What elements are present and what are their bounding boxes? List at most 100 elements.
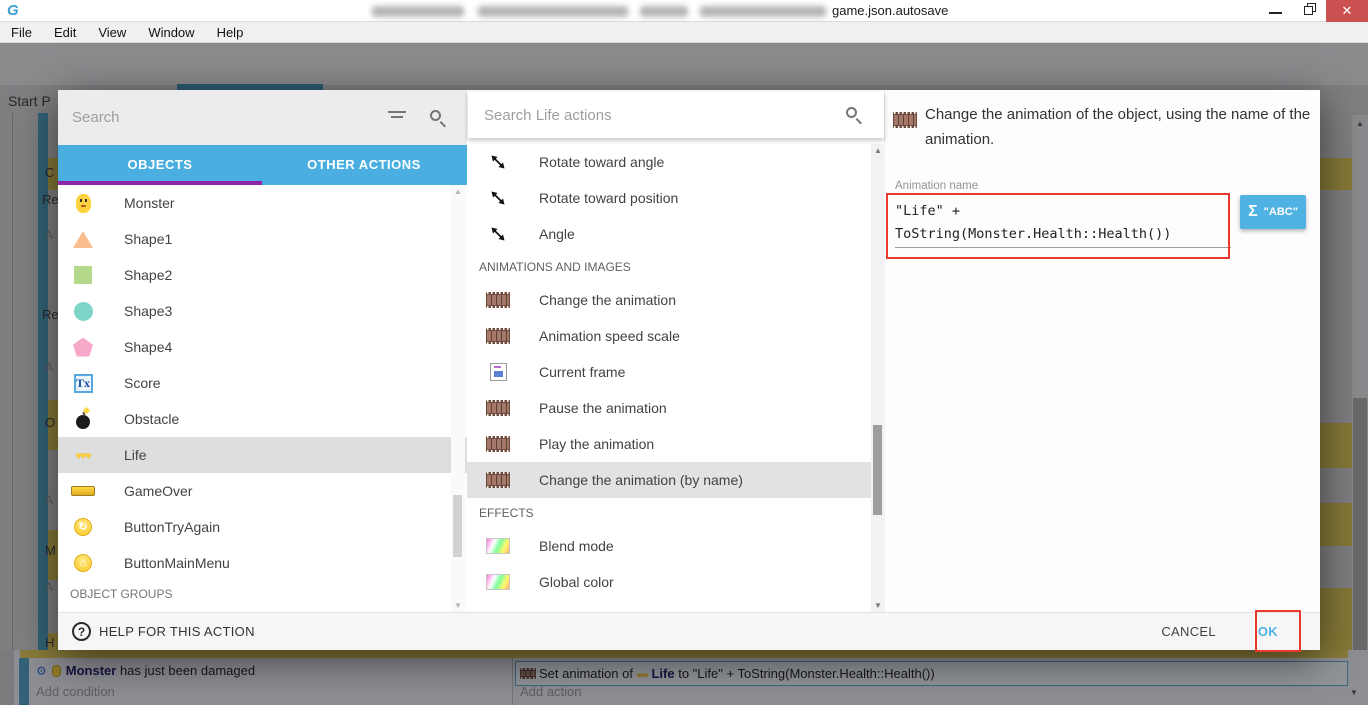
actions-scrollbar[interactable]: ▲ ▼ (871, 144, 885, 612)
film-icon (893, 112, 917, 128)
action-item-global-color[interactable]: Global color (467, 564, 885, 600)
objects-search-bar (58, 90, 467, 145)
action-description: Change the animation of the object, usin… (925, 106, 1311, 148)
tab-other-actions[interactable]: OTHER ACTIONS (262, 145, 466, 185)
action-item-angle[interactable]: Angle (467, 216, 885, 252)
home-button-icon: ⌂ (74, 554, 92, 572)
blurred-title-segment (478, 6, 628, 17)
filter-icon[interactable] (388, 111, 408, 124)
blurred-title-segment (640, 6, 688, 17)
scroll-down-icon[interactable]: ▼ (870, 601, 886, 610)
objects-panel: OBJECTS OTHER ACTIONS Monster Shape1 Sha… (58, 90, 467, 612)
object-groups-header: OBJECT GROUPS (70, 587, 173, 601)
dialog-footer: ? HELP FOR THIS ACTION CANCEL OK (58, 612, 1320, 650)
rotate-icon (491, 227, 505, 241)
object-item-buttonmainmenu[interactable]: ⌂ ButtonMainMenu (58, 545, 467, 581)
action-item-current-frame[interactable]: Current frame (467, 354, 885, 390)
retry-button-icon: ↻ (74, 518, 92, 536)
object-item-life[interactable]: Life (58, 437, 467, 473)
action-editor-dialog: OBJECTS OTHER ACTIONS Monster Shape1 Sha… (58, 90, 1320, 650)
actions-panel: Rotate toward angle Rotate toward positi… (467, 90, 885, 612)
object-item-shape2[interactable]: Shape2 (58, 257, 467, 293)
objects-list: Monster Shape1 Shape2 Shape3 Shape4 Tx Sc… (58, 185, 467, 612)
menu-bar: File Edit View Window Help (0, 22, 1368, 43)
object-item-buttontryagain[interactable]: ↻ ButtonTryAgain (58, 509, 467, 545)
blurred-title-segment (372, 6, 464, 17)
menu-view[interactable]: View (87, 25, 137, 40)
film-icon (486, 400, 510, 416)
film-icon (486, 472, 510, 488)
object-item-shape1[interactable]: Shape1 (58, 221, 467, 257)
text-object-icon: Tx (73, 373, 93, 393)
action-item-rotate-toward-position[interactable]: Rotate toward position (467, 180, 885, 216)
section-header-animations: ANIMATIONS AND IMAGES (479, 260, 631, 274)
action-item-blend-mode[interactable]: Blend mode (467, 528, 885, 564)
search-icon[interactable] (846, 107, 857, 118)
scroll-up-icon[interactable]: ▲ (870, 146, 886, 155)
menu-file[interactable]: File (0, 25, 43, 40)
annotation-box-expression (886, 193, 1230, 259)
search-icon[interactable] (430, 110, 441, 121)
gdevelop-logo-icon: G (7, 2, 19, 19)
object-item-score[interactable]: Tx Score (58, 365, 467, 401)
square-icon (74, 266, 92, 284)
circle-icon (73, 301, 93, 321)
window-title: game.json.autosave (832, 3, 949, 18)
triangle-icon (73, 230, 93, 248)
scrollbar-thumb[interactable] (873, 425, 882, 515)
annotation-box-ok (1255, 610, 1301, 652)
film-icon (486, 292, 510, 308)
tab-objects[interactable]: OBJECTS (58, 145, 262, 185)
frame-icon (489, 363, 507, 381)
bomb-icon (76, 414, 90, 429)
section-header-effects: EFFECTS (479, 506, 534, 520)
scroll-down-icon[interactable]: ▼ (450, 601, 466, 610)
object-item-gameover[interactable]: GameOver (58, 473, 467, 509)
scroll-up-icon[interactable]: ▲ (450, 187, 466, 196)
action-item-change-animation[interactable]: Change the animation (467, 282, 885, 318)
blurred-title-segment (700, 6, 826, 17)
action-item-animation-speed-scale[interactable]: Animation speed scale (467, 318, 885, 354)
objects-scrollbar[interactable]: ▲ ▼ (451, 185, 465, 612)
actions-list: Rotate toward angle Rotate toward positi… (467, 144, 885, 612)
action-item-pause-animation[interactable]: Pause the animation (467, 390, 885, 426)
help-icon: ? (72, 622, 91, 641)
menu-window[interactable]: Window (137, 25, 205, 40)
film-icon (486, 436, 510, 452)
hearts-icon (76, 446, 91, 464)
sigma-icon: Σ (1248, 203, 1258, 220)
restore-button[interactable] (1292, 0, 1326, 22)
objects-search-input[interactable] (72, 104, 372, 130)
film-icon (486, 328, 510, 344)
object-item-monster[interactable]: Monster (58, 185, 467, 221)
rainbow-icon (486, 574, 510, 590)
minimize-icon (1268, 12, 1282, 14)
objects-tab-bar: OBJECTS OTHER ACTIONS (58, 145, 467, 185)
rotate-icon (491, 191, 505, 205)
menu-edit[interactable]: Edit (43, 25, 87, 40)
help-button[interactable]: ? HELP FOR THIS ACTION (72, 622, 255, 641)
action-parameters-panel: Change the animation of the object, usin… (885, 90, 1320, 612)
expression-editor-button[interactable]: Σ "ABC" (1240, 195, 1306, 229)
rotate-icon (491, 155, 505, 169)
animation-name-label: Animation name (895, 180, 979, 192)
action-item-play-animation[interactable]: Play the animation (467, 426, 885, 462)
scrollbar-thumb[interactable] (453, 495, 462, 557)
abc-label: "ABC" (1263, 206, 1298, 218)
rainbow-icon (486, 538, 510, 554)
action-item-rotate-toward-angle[interactable]: Rotate toward angle (467, 144, 885, 180)
object-item-obstacle[interactable]: Obstacle (58, 401, 467, 437)
actions-search-bar (468, 92, 884, 138)
actions-search-input[interactable] (484, 104, 814, 126)
object-item-shape3[interactable]: Shape3 (58, 293, 467, 329)
cancel-button[interactable]: CANCEL (1161, 624, 1216, 639)
close-button[interactable]: ✕ (1326, 0, 1368, 22)
title-bar: G game.json.autosave ✕ (0, 0, 1368, 22)
action-item-change-animation-by-name[interactable]: Change the animation (by name) (467, 462, 885, 498)
monster-icon (75, 193, 91, 213)
minimize-button[interactable] (1258, 0, 1292, 22)
banner-icon (71, 486, 95, 496)
menu-help[interactable]: Help (206, 25, 255, 40)
object-item-shape4[interactable]: Shape4 (58, 329, 467, 365)
pentagon-icon (73, 337, 93, 357)
